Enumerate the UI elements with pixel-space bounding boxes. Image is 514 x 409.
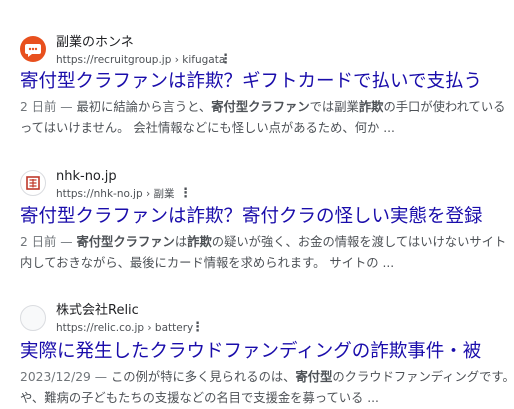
snippet-text: 内しておきながら、最後にカード情報を求められます。 サイトの ... [20,256,395,270]
snippet-text: 最初に結論から言うと、 [76,100,212,114]
snippet-date: 2 日前 — [20,235,77,249]
snippet-highlight: 寄付型クラファン [211,100,310,114]
snippet-text: ってはいけません。 会社情報などにも怪しい点があるため、何か ... [20,121,395,135]
result-title-link[interactable]: 実際に発生したクラウドファンディングの詐欺事件・被 [20,340,514,364]
site-name[interactable]: 株式会社Relic [56,303,139,319]
snippet-highlight: 詐欺 [187,235,212,249]
result-snippet-line: 2 日前 — 寄付型クラファンは詐欺の疑いが強く、お金の情報を渡してはいけないサ… [20,232,514,253]
snippet-highlight: 詐欺 [358,100,384,114]
result-snippet-line: 内しておきながら、最後にカード情報を求められます。 サイトの ... [20,253,514,274]
snippet-highlight: 寄付型クラファン [76,235,175,249]
site-name[interactable]: nhk-no.jp [56,169,117,185]
snippet-text: の疑いが強く、お金の情報を渡してはいけないサイト [211,235,507,249]
result-snippet-line: 2 日前 — 最初に結論から言うと、寄付型クラファンでは副業詐欺の手口が使われて… [20,97,514,118]
result-snippet-line: ってはいけません。 会社情報などにも怪しい点があるため、何か ... [20,118,514,139]
blank-circle-icon[interactable] [20,305,46,331]
site-url[interactable]: https://recruitgroup.jp › kifugata [56,53,225,67]
snippet-highlight: 寄付型 [295,370,333,384]
more-options-icon[interactable]: ⋮ [179,187,192,201]
snippet-text: この例が特に多く見られるのは、 [111,370,296,384]
chat-bubble-icon[interactable] [20,36,46,62]
snippet-date: 2 日前 — [20,100,77,114]
snippet-text: の手口が使われている [383,100,506,114]
result-snippet-line: や、難病の子どもたちの支援などの名目で支援金を募っている ... [20,388,514,409]
snippet-text: のクラウドファンディングです。 [332,370,514,384]
site-url[interactable]: https://nhk-no.jp › 副業 [56,187,175,201]
site-url[interactable]: https://relic.co.jp › battery [56,321,193,335]
snippet-date: 2023/12/29 — [20,370,111,384]
more-options-icon[interactable]: ⋮ [191,321,204,335]
snippet-text: は [174,235,188,249]
result-title-link[interactable]: 寄付型クラファンは詐欺？ギフトカードで払いで支払う [20,70,514,94]
snippet-text: では副業 [309,100,359,114]
site-name[interactable]: 副業のホンネ [56,35,134,51]
result-title-link[interactable]: 寄付型クラファンは詐欺？寄付クラの怪しい実態を登録 [20,205,514,229]
result-snippet-line: 2023/12/29 — この例が特に多く見られるのは、寄付型のクラウドファンデ… [20,367,514,388]
red-seal-icon[interactable] [20,170,46,196]
more-options-icon[interactable]: ⋮ [219,53,232,67]
